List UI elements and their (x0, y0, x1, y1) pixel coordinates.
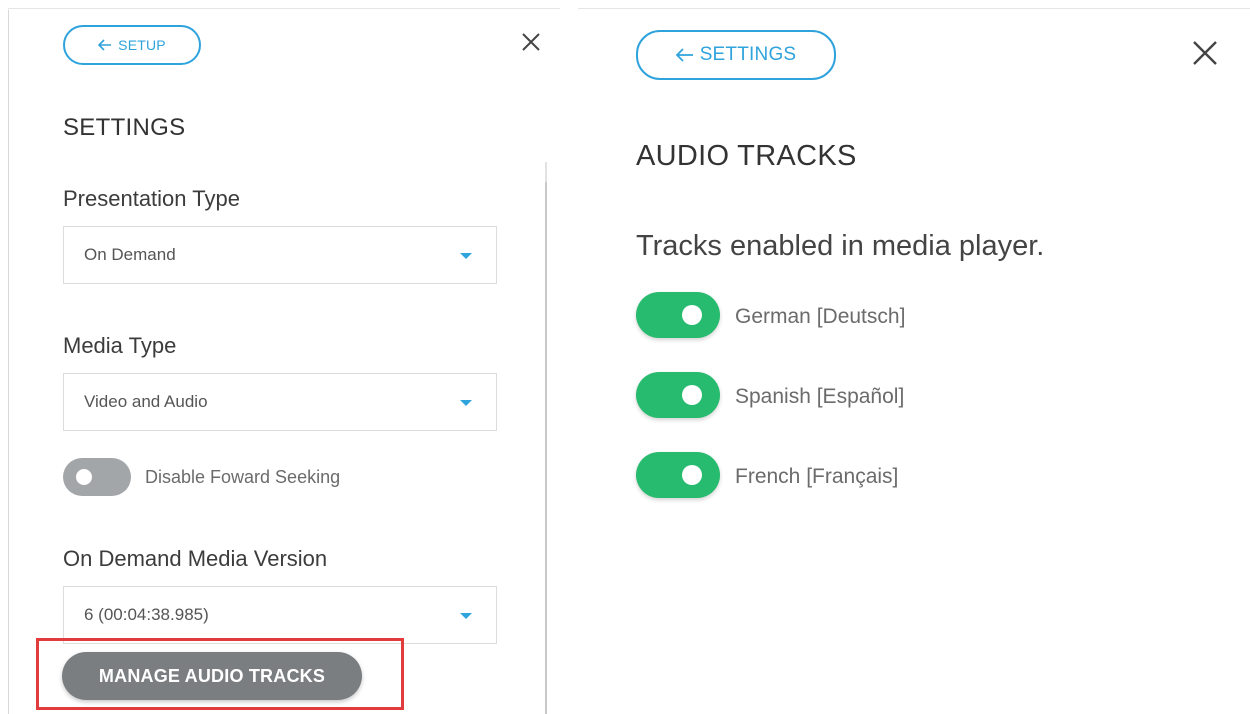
track-label-spanish: Spanish [Español] (735, 385, 905, 408)
panel-top-border (8, 8, 560, 9)
back-button-label: SETUP (118, 37, 166, 53)
media-type-label: Media Type (63, 333, 177, 358)
media-version-value: 6 (00:04:38.985) (84, 605, 209, 624)
close-icon[interactable] (1192, 40, 1218, 71)
tracks-intro-text: Tracks enabled in media player. (636, 230, 1045, 262)
track-label-german: German [Deutsch] (735, 305, 906, 328)
panel-top-border (578, 8, 1250, 9)
settings-panel: SETUP SETTINGS Presentation Type On Dema… (0, 0, 560, 714)
scrollbar-thumb[interactable] (545, 182, 547, 714)
scrollbar[interactable] (545, 162, 547, 714)
manage-audio-tracks-button[interactable]: MANAGE AUDIO TRACKS (62, 652, 362, 700)
toggle-knob (76, 469, 92, 485)
media-version-label: On Demand Media Version (63, 546, 328, 571)
toggle-knob (682, 465, 702, 485)
disable-seeking-toggle[interactable] (63, 458, 131, 496)
caret-down-icon (460, 613, 472, 619)
presentation-type-value: On Demand (84, 245, 176, 264)
panel-left-border (8, 10, 9, 714)
toggle-knob (682, 305, 702, 325)
toggle-knob (682, 385, 702, 405)
close-icon[interactable] (521, 32, 541, 57)
arrow-left-icon (675, 48, 694, 62)
track-toggle-french[interactable] (636, 452, 720, 498)
track-toggle-spanish[interactable] (636, 372, 720, 418)
back-to-setup-button[interactable]: SETUP (63, 25, 201, 65)
media-type-value: Video and Audio (84, 392, 208, 411)
caret-down-icon (460, 400, 472, 406)
track-label-french: French [Français] (735, 465, 899, 488)
presentation-type-select[interactable]: On Demand (63, 226, 497, 284)
caret-down-icon (460, 253, 472, 259)
track-toggle-german[interactable] (636, 292, 720, 338)
media-type-select[interactable]: Video and Audio (63, 373, 497, 431)
presentation-type-label: Presentation Type (63, 186, 240, 211)
back-button-label: SETTINGS (699, 44, 797, 65)
audio-tracks-panel (578, 0, 1250, 714)
audio-tracks-title: AUDIO TRACKS (636, 140, 857, 172)
back-to-settings-button[interactable]: SETTINGS (636, 30, 836, 80)
page-title: SETTINGS (63, 114, 186, 141)
media-version-select[interactable]: 6 (00:04:38.985) (63, 586, 497, 644)
arrow-left-icon (98, 39, 112, 51)
disable-seeking-label: Disable Foward Seeking (145, 467, 341, 487)
